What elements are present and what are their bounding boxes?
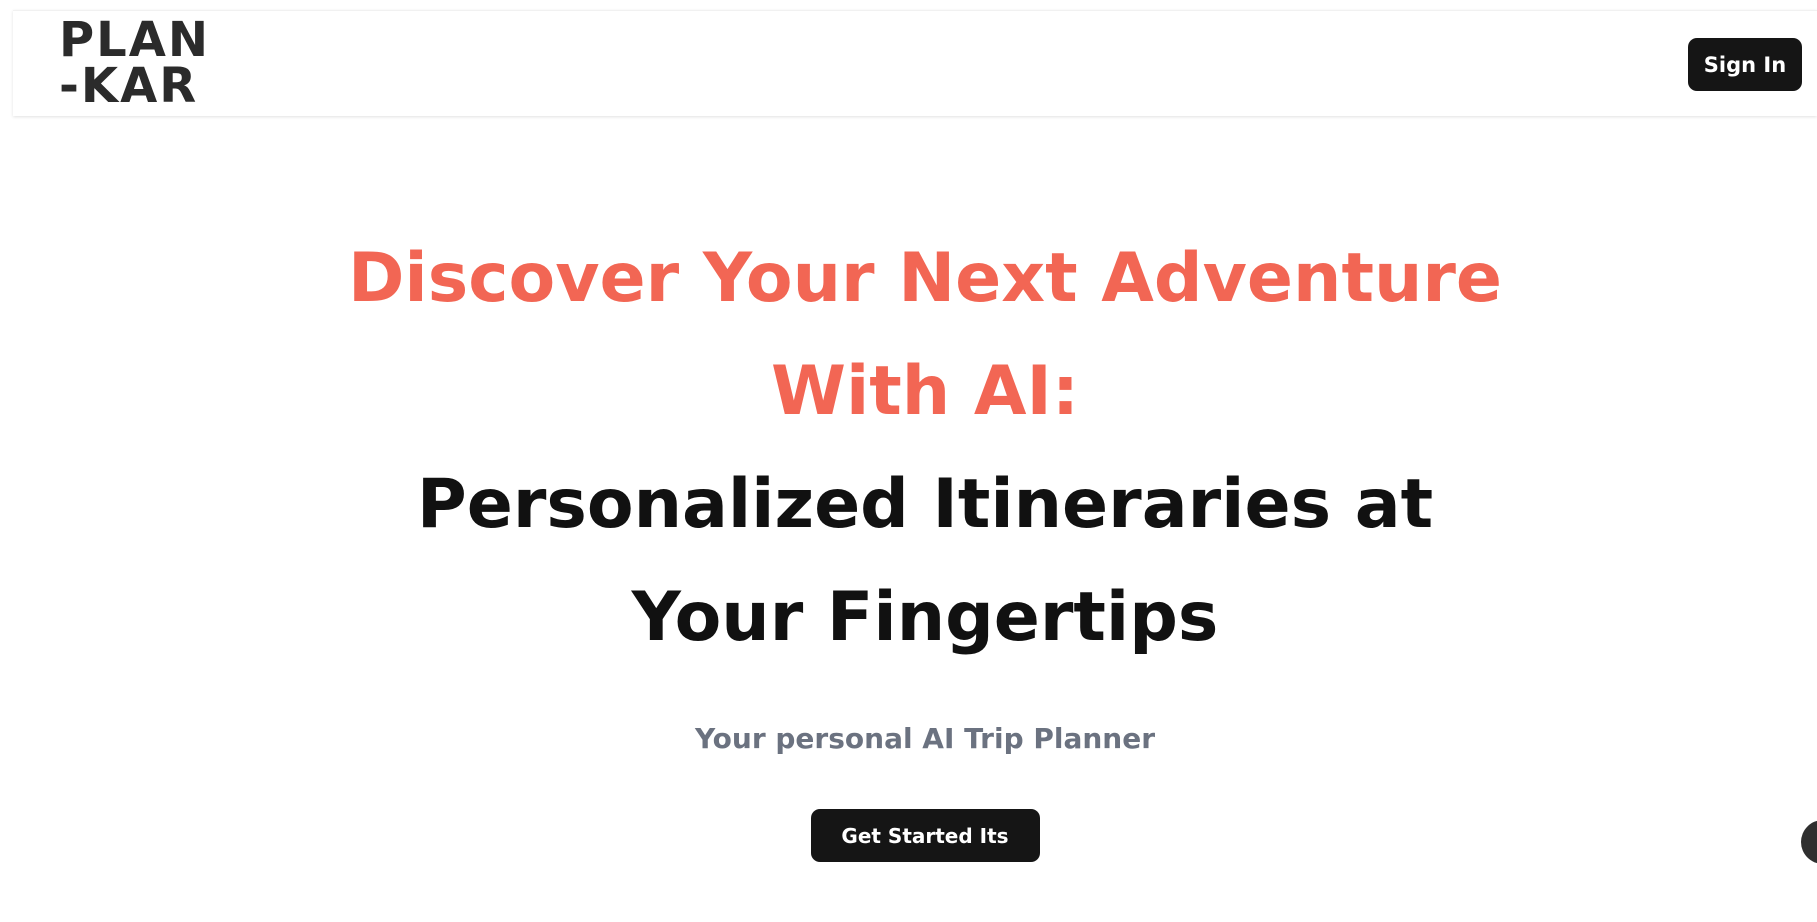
- top-navbar: PLAN -KAR Sign In: [13, 10, 1817, 116]
- get-started-button[interactable]: Get Started Its Free: [810, 809, 1040, 901]
- landing-page: PLAN -KAR Sign In Discover Your Next Adv…: [0, 0, 1817, 922]
- plan-kar-logo[interactable]: PLAN -KAR: [59, 12, 219, 114]
- sign-in-button[interactable]: Sign In: [1688, 38, 1802, 91]
- hero-section: Discover Your Next Adventure With AI: Pe…: [0, 222, 1817, 901]
- logo-line-kar: -KAR: [59, 58, 199, 114]
- hero-subtitle: Your personal AI Trip Planner: [694, 722, 1156, 755]
- hero-headline: Discover Your Next Adventure With AI: Pe…: [0, 222, 1817, 674]
- headline-main: Personalized Itineraries at Your Fingert…: [416, 465, 1434, 657]
- logo-line-plan: PLAN: [59, 12, 211, 68]
- headline-accent: Discover Your Next Adventure With AI:: [347, 239, 1503, 431]
